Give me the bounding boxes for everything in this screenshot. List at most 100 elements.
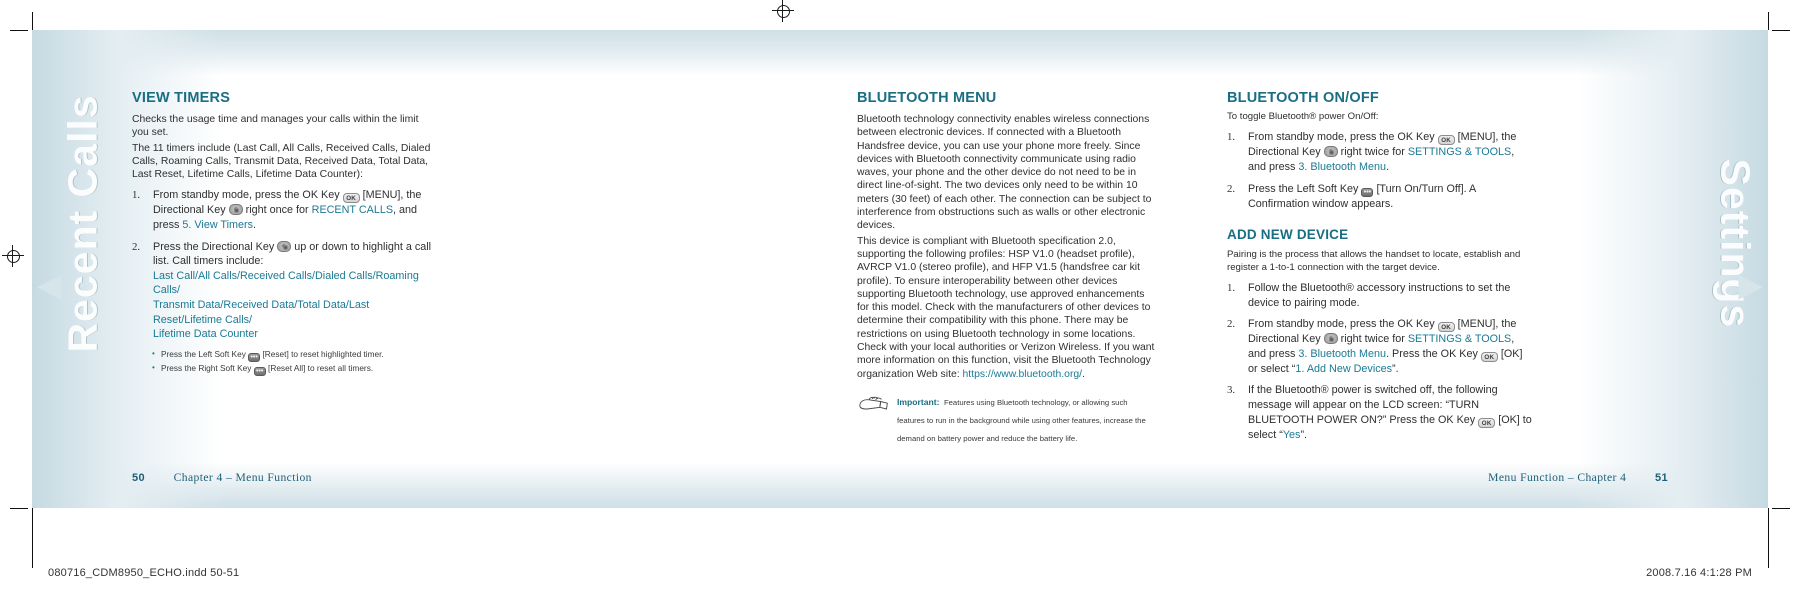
step-text-part: . [1386,161,1390,173]
step-number: 1. [132,189,141,202]
crop-mark [10,508,28,509]
step-text-part: From standby mode, press the OK Key [153,189,340,202]
step-number: 2. [1227,182,1236,195]
slug-timestamp: 2008.7.16 4:1:28 PM [1646,567,1752,579]
reset-bullets: Press the Left Soft Key ••• [Reset] to r… [152,348,432,376]
step-text-part: ”. [1300,428,1308,441]
bluetooth-menu-paragraph-2: This device is compliant with Bluetooth … [857,235,1157,381]
step-text-part: ”. [1392,362,1399,375]
page-title-bluetooth-menu: BLUETOOTH MENU [857,90,997,106]
left-page: Recent Calls ◀ VIEW TIMERS Checks the us… [32,30,900,508]
step-number: 2. [1227,318,1236,331]
bluetooth-menu-column: BLUETOOTH MENU Bluetooth technology conn… [857,90,1157,446]
directional-key-icon [277,240,292,252]
bullet-text-pre: Press the Right Soft Key [161,362,252,373]
step-item-2: 2. Press the Left Soft Key ••• [Turn On/… [1227,182,1532,212]
step-text-part: right twice for [1340,146,1405,159]
bullet-text-pre: Press the Left Soft Key [161,348,246,359]
step-text-part: Press the Directional Key [153,240,275,253]
step-item-1: 1. From standby mode, press the OK Key O… [1227,130,1532,174]
crop-mark [1772,30,1790,31]
left-soft-key-icon: ••• [1361,187,1374,197]
step-item-1: 1. From standby mode, press the OK Key O… [132,188,432,232]
view-timers-intro-line2: The 11 timers include (Last Call, All Ca… [132,142,431,181]
bluetooth-onoff-intro: To toggle Bluetooth® power On/Off: [1227,111,1379,122]
chevron-right-decoration: ▶ [1738,269,1762,302]
directional-key-icon [1323,333,1338,345]
page-number-left: 50 [132,472,146,484]
directional-key-icon [228,204,243,216]
list-item-reset: Press the Left Soft Key ••• [Reset] to r… [152,348,432,362]
paragraph-2-period: . [1082,368,1085,380]
crop-mark [32,12,33,30]
step-text-part: From standby mode, press the OK Key [1248,131,1435,144]
timer-list-line-3: Lifetime Data Counter [153,328,259,341]
view-timers-intro-line1: Checks the usage time and manages your c… [132,114,419,139]
side-tab-recent-calls: Recent Calls [59,94,106,353]
ok-key-icon: OK [342,193,360,204]
note-hand-icon [857,394,891,414]
left-page-footer: 50 Chapter 4 – Menu Function [132,471,312,484]
menu-link-bluetooth-menu[interactable]: 3. Bluetooth Menu [1298,348,1386,360]
directional-key-icon [1323,146,1338,158]
menu-link-yes[interactable]: Yes [1283,429,1301,441]
menu-link-view-timers[interactable]: 5. View Timers [182,219,253,231]
step-number: 1. [1227,131,1236,144]
menu-link-settings-tools[interactable]: SETTINGS & TOOLS [1408,146,1511,158]
footer-chapter-left: Chapter 4 – Menu Function [173,471,312,484]
menu-link-add-new-devices[interactable]: 1. Add New Devices [1295,363,1392,375]
bullet-text-post: [Reset All] to reset all timers. [268,362,374,373]
bullet-text-post: [Reset] to reset highlighted timer. [262,348,384,359]
page-title-bluetooth-onoff: BLUETOOTH ON/OFF [1227,90,1379,106]
list-item-reset-all: Press the Right Soft Key ••• [Reset All]… [152,362,432,376]
right-page-footer: Menu Function – Chapter 4 51 [1488,471,1668,484]
page-title-add-new-device: ADD NEW DEVICE [1227,227,1349,243]
view-timers-steps: 1. From standby mode, press the OK Key O… [132,188,432,341]
page-spread: Recent Calls ◀ VIEW TIMERS Checks the us… [32,30,1768,508]
step-item-3: 3. If the Bluetooth® power is switched o… [1227,383,1532,442]
ok-key-icon: OK [1437,135,1455,146]
view-timers-column: VIEW TIMERS Checks the usage time and ma… [132,90,432,377]
ok-key-icon: OK [1480,351,1498,362]
note-body: Important: Features using Bluetooth tech… [897,392,1157,446]
crop-mark [1772,508,1790,509]
bluetooth-org-link[interactable]: https://www.bluetooth.org/ [963,369,1083,380]
menu-link-bluetooth-menu[interactable]: 3. Bluetooth Menu [1298,161,1386,173]
crop-mark [10,30,28,31]
step-text-part: From standby mode, press the OK Key [1248,318,1435,331]
step-item-1: 1. Follow the Bluetooth® accessory instr… [1227,281,1532,310]
ok-key-icon: OK [1478,417,1496,428]
crop-mark [32,508,33,568]
bluetooth-onoff-steps: 1. From standby mode, press the OK Key O… [1227,130,1532,211]
page-title-view-timers: VIEW TIMERS [132,90,231,106]
print-canvas: Recent Calls ◀ VIEW TIMERS Checks the us… [0,0,1800,589]
chevron-left-decoration: ◀ [38,269,62,302]
slug-filename: 080716_CDM8950_ECHO.indd 50-51 [48,567,240,579]
menu-link-recent-calls[interactable]: RECENT CALLS [312,204,393,216]
timer-list-line-2: Transmit Data/Received Data/Total Data/L… [153,299,370,326]
menu-link-settings-tools[interactable]: SETTINGS & TOOLS [1408,333,1511,345]
footer-chapter-right: Menu Function – Chapter 4 [1488,471,1627,484]
step-text-part: . [253,219,257,232]
registration-mark-left [2,245,24,267]
step-text-part: right twice for [1340,333,1405,346]
ok-key-icon: OK [1437,322,1455,333]
step-text: Follow the Bluetooth® accessory instruct… [1248,282,1511,309]
step-text-part: . Press the OK Key [1386,347,1478,360]
step-number: 2. [132,240,141,253]
step-text-part: Press the Left Soft Key [1248,182,1359,195]
bluetooth-menu-paragraph-1: Bluetooth technology connectivity enable… [857,114,1152,232]
crop-mark [1768,12,1769,30]
note-label: Important: [897,396,940,407]
registration-mark-top [772,0,794,22]
important-note: Important: Features using Bluetooth tech… [857,392,1157,446]
step-text-part: right once for [245,204,309,217]
add-new-device-intro: Pairing is the process that allows the h… [1227,249,1521,273]
step-number: 1. [1227,282,1236,294]
paragraph-2-text: This device is compliant with Bluetooth … [857,235,1155,380]
step-item-2: 2. Press the Directional Key up or down … [132,240,432,342]
step-number: 3. [1227,384,1236,397]
crop-mark [1768,508,1769,568]
right-soft-key-icon: ••• [253,366,266,376]
step-text-part: If the Bluetooth® power is switched off,… [1248,384,1498,426]
